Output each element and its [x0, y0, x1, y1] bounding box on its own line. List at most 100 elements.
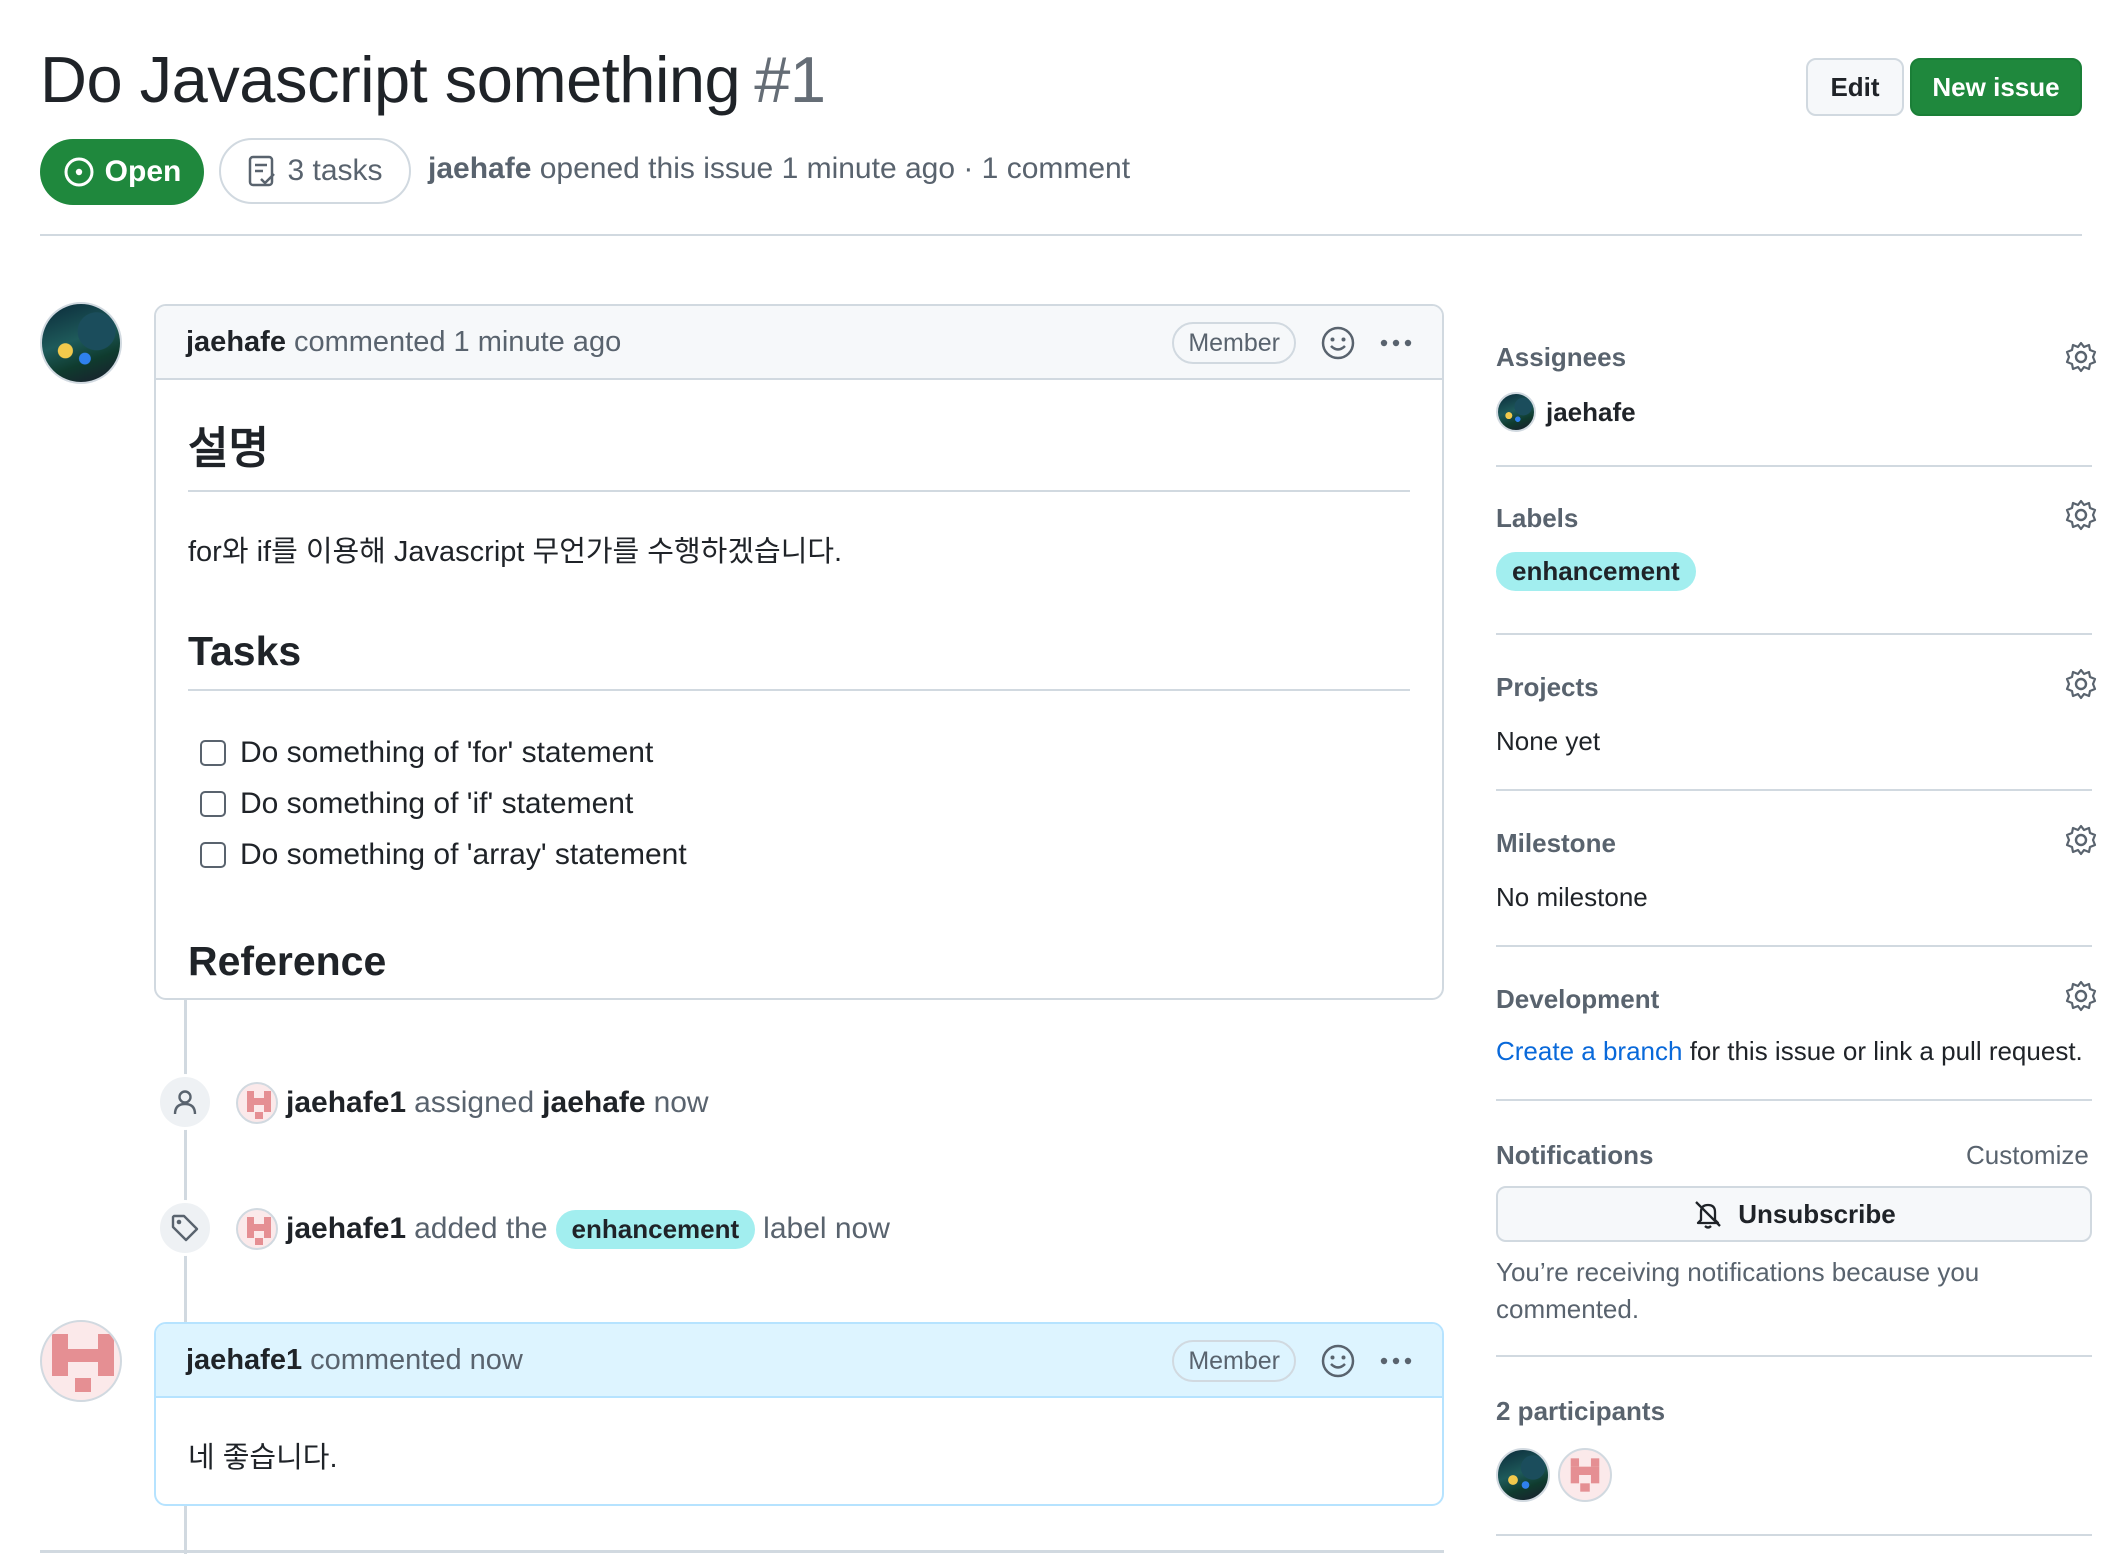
issue-author-link[interactable]: jaehafe: [428, 152, 531, 185]
tasklist-icon: [249, 155, 276, 187]
unsubscribe-button[interactable]: Unsubscribe: [1496, 1186, 2092, 1242]
avatar[interactable]: [40, 302, 122, 384]
unsubscribe-label: Unsubscribe: [1738, 1198, 1896, 1229]
comment-header: jaehafe commented 1 minute ago Member: [156, 306, 1442, 380]
smiley-icon[interactable]: [1320, 1343, 1356, 1379]
projects-title[interactable]: Projects: [1496, 672, 1599, 703]
gear-icon[interactable]: [2064, 979, 2098, 1013]
task-checkbox[interactable]: [200, 790, 226, 817]
labels-title[interactable]: Labels: [1496, 503, 1578, 534]
task-item: Do something of 'for' statement: [200, 727, 1410, 778]
kebab-horizontal-icon[interactable]: [1376, 1344, 1416, 1378]
task-item: Do something of 'array' statement: [200, 829, 1410, 880]
smiley-icon[interactable]: [1320, 325, 1356, 361]
comment-header: jaehafe1 commented now Member: [156, 1324, 1442, 1398]
notification-reason: You’re receiving notifications because y…: [1496, 1254, 1979, 1328]
header-divider: [40, 234, 2082, 236]
bell-slash-icon: [1695, 1201, 1722, 1229]
sidebar-divider: [1496, 1534, 2092, 1536]
milestone-title[interactable]: Milestone: [1496, 828, 1616, 859]
create-branch-link[interactable]: Create a branch: [1496, 1036, 1682, 1066]
person-icon: [173, 1090, 197, 1115]
member-badge: Member: [1172, 322, 1296, 364]
development-text: Create a branch for this issue or link a…: [1496, 1036, 2083, 1067]
comment-text: 네 좋습니다.: [188, 1442, 338, 1474]
new-issue-button[interactable]: New issue: [1910, 58, 2082, 116]
gear-icon[interactable]: [2064, 498, 2098, 532]
comment-body: 설명 for와 if를 이용해 Javascript 무언가를 수행하겠습니다.…: [156, 380, 1442, 998]
enhancement-label[interactable]: enhancement: [1496, 552, 1696, 591]
issue-state-badge: Open: [40, 139, 204, 205]
sidebar-divider: [1496, 789, 2092, 791]
task-item: Do something of 'if' statement: [200, 778, 1410, 829]
event-time[interactable]: now: [654, 1086, 709, 1120]
event-suffix: label now: [763, 1212, 890, 1245]
participants-list: [1496, 1448, 1612, 1502]
gear-icon[interactable]: [2064, 823, 2098, 857]
description-text: for와 if를 이용해 Javascript 무언가를 수행하겠습니다.: [188, 536, 843, 568]
assignee-item[interactable]: jaehafe: [1496, 392, 1636, 432]
sidebar-divider: [1496, 945, 2092, 947]
tasks-pill[interactable]: 3 tasks: [219, 138, 411, 204]
timeline-event-badge: [157, 1200, 213, 1256]
comment-time[interactable]: commented 1 minute ago: [294, 326, 621, 359]
participants-title: 2 participants: [1496, 1396, 1666, 1426]
event-actor[interactable]: jaehafe1: [286, 1086, 406, 1120]
task-label: Do something of 'for' statement: [240, 735, 654, 769]
event-actor[interactable]: jaehafe1: [286, 1212, 406, 1246]
avatar[interactable]: [40, 1320, 122, 1402]
notification-reason-line: commented.: [1496, 1294, 1640, 1324]
comment-box: jaehafe1 commented now Member 네 좋습니다.: [154, 1322, 1444, 1506]
task-checkbox[interactable]: [200, 841, 226, 868]
issue-state-label: Open: [104, 155, 182, 188]
issue-title: Do Javascript something #1: [40, 42, 826, 117]
gear-icon[interactable]: [2064, 340, 2098, 374]
event-target[interactable]: jaehafe: [542, 1086, 645, 1120]
assignee-name: jaehafe: [1546, 396, 1636, 427]
milestone-value: No milestone: [1496, 882, 1648, 912]
tasks-pill-label: 3 tasks: [287, 154, 383, 187]
description-heading: 설명: [188, 398, 1410, 492]
sidebar-divider: [1496, 465, 2092, 467]
avatar[interactable]: [1558, 1448, 1612, 1502]
comment-body: 네 좋습니다.: [156, 1398, 1442, 1504]
identicon-icon: [247, 1217, 271, 1245]
comment-author[interactable]: jaehafe: [186, 326, 286, 359]
task-label: Do something of 'array' statement: [240, 837, 687, 871]
sidebar-divider: [1496, 1355, 2092, 1357]
tasks-heading: Tasks: [188, 614, 1410, 691]
edit-button[interactable]: Edit: [1806, 58, 1904, 116]
task-label: Do something of 'if' statement: [240, 786, 634, 820]
avatar: [1496, 392, 1536, 432]
notification-reason-line: You’re receiving notifications because y…: [1496, 1257, 1980, 1287]
identicon-icon: [52, 1334, 114, 1392]
comment-time[interactable]: commented now: [310, 1344, 523, 1377]
issue-title-text: Do Javascript something: [40, 43, 741, 116]
comment-box: jaehafe commented 1 minute ago Member 설명…: [154, 304, 1444, 1000]
assignees-title[interactable]: Assignees: [1496, 342, 1626, 373]
enhancement-label[interactable]: enhancement: [555, 1209, 756, 1249]
identicon-icon: [1570, 1458, 1600, 1492]
member-badge: Member: [1172, 1340, 1296, 1382]
tag-icon: [171, 1214, 199, 1242]
issue-open-icon: [64, 157, 94, 187]
task-list: Do something of 'for' statement Do somet…: [200, 727, 1410, 880]
development-rest: for this issue or link a pull request.: [1689, 1036, 2083, 1066]
avatar[interactable]: [1496, 1448, 1550, 1502]
kebab-horizontal-icon[interactable]: [1376, 326, 1416, 360]
reference-heading: Reference: [188, 924, 1410, 998]
development-title[interactable]: Development: [1496, 984, 1659, 1015]
projects-value: None yet: [1496, 726, 1601, 756]
avatar[interactable]: [236, 1208, 278, 1250]
customize-link[interactable]: Customize: [1966, 1140, 2089, 1171]
comment-author[interactable]: jaehafe1: [186, 1344, 302, 1377]
timeline-event-assigned: jaehafe1 assigned jaehafe now: [236, 1082, 709, 1124]
task-checkbox[interactable]: [200, 739, 226, 766]
avatar[interactable]: [236, 1082, 278, 1124]
issue-meta: jaehafe opened this issue 1 minute ago ·…: [428, 152, 1130, 186]
timeline-event-labeled: jaehafe1 added the enhancement label now: [236, 1208, 890, 1250]
timeline-divider: [40, 1550, 1444, 1553]
gear-icon[interactable]: [2064, 667, 2098, 701]
issue-number: #1: [754, 43, 826, 116]
notifications-title: Notifications: [1496, 1140, 1654, 1170]
